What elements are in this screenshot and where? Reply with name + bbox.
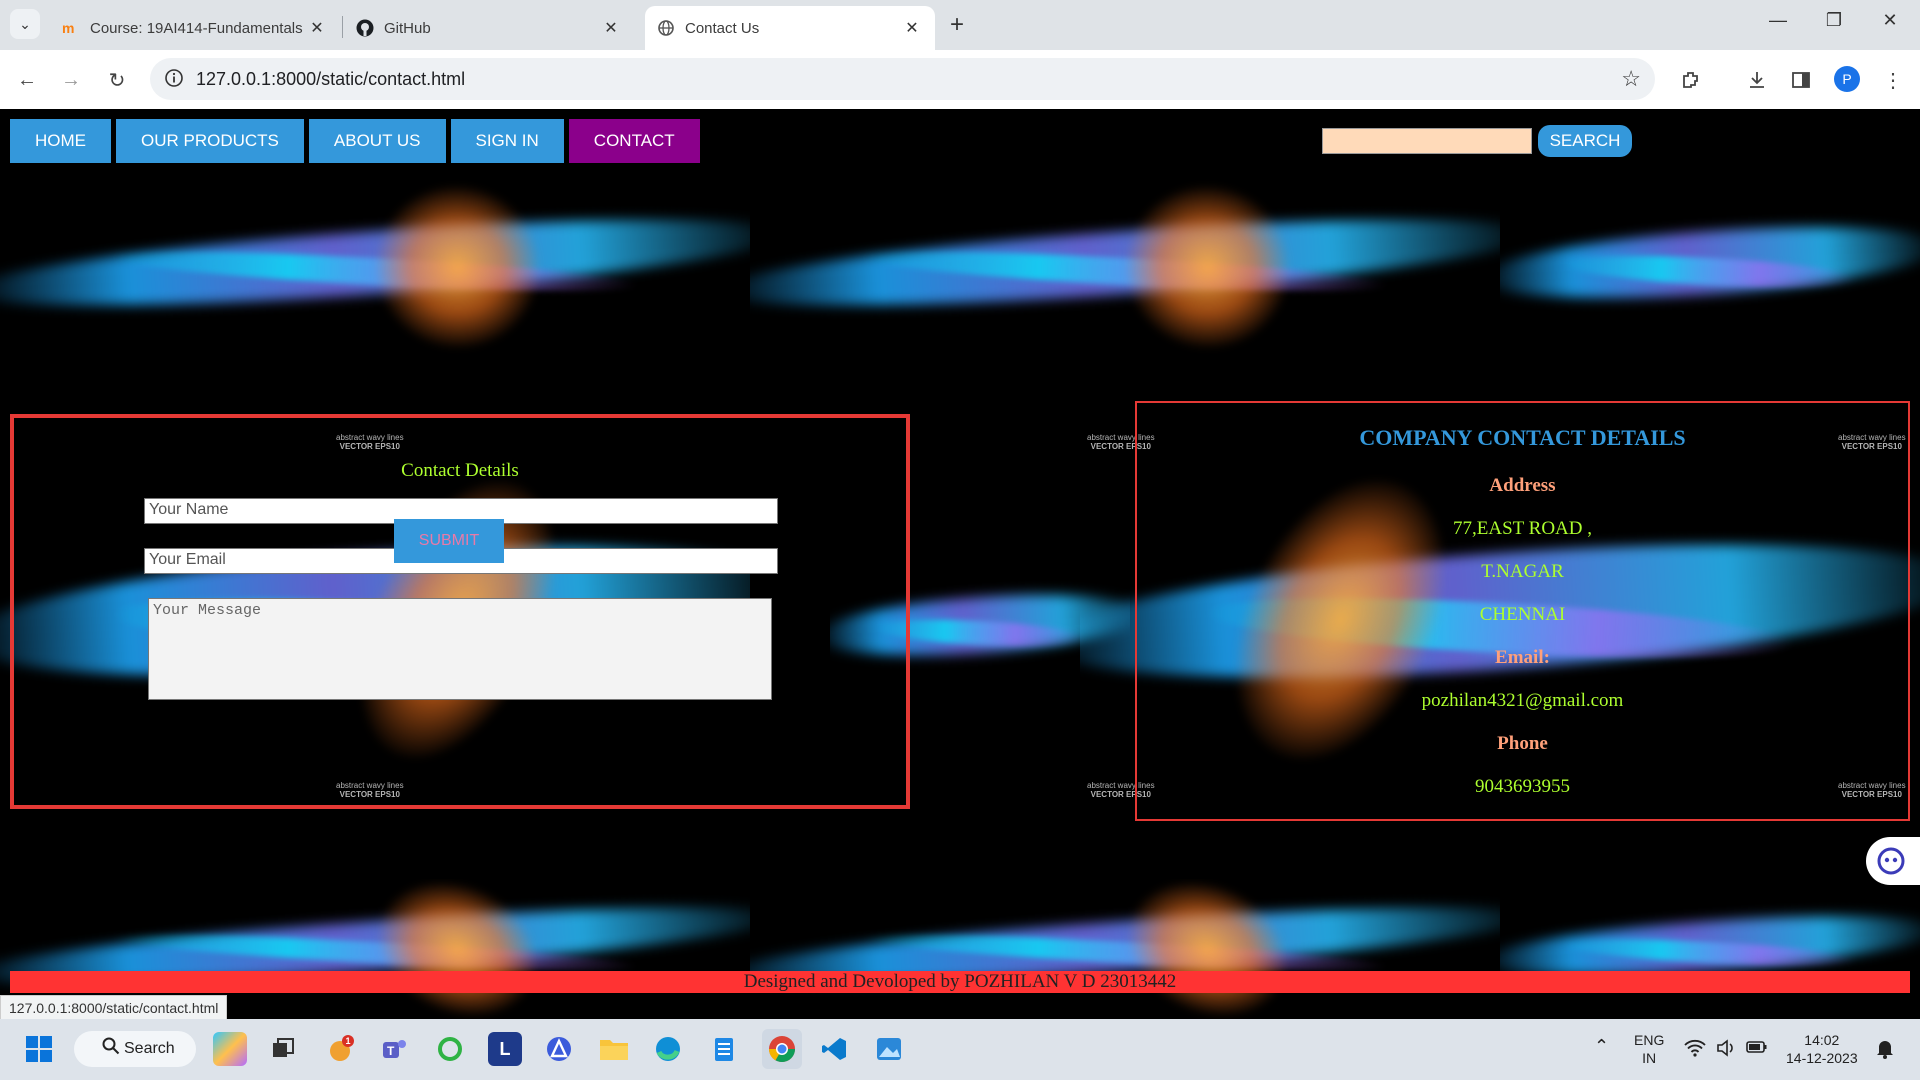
tab-title: Contact Us <box>685 19 760 37</box>
teams-icon[interactable]: T <box>377 1032 411 1066</box>
extensions-icon[interactable] <box>1678 67 1704 93</box>
svg-text:m: m <box>62 21 74 35</box>
page-footer: Designed and Devoloped by POZHILAN V D 2… <box>10 971 1910 993</box>
wave-background-image <box>1500 879 1920 1019</box>
close-icon[interactable]: ✕ <box>600 18 622 38</box>
search-input[interactable] <box>1322 128 1532 154</box>
nav-contact[interactable]: CONTACT <box>568 119 700 163</box>
tab-title: GitHub <box>384 19 431 37</box>
clock-time: 14:02 <box>1804 1032 1840 1048</box>
forward-arrow-icon[interactable]: → <box>56 65 86 95</box>
clock[interactable]: 14:02 14-12-2023 <box>1786 1031 1858 1067</box>
notepad-icon[interactable] <box>707 1032 741 1066</box>
github-icon <box>356 19 374 37</box>
triangle-app-icon[interactable] <box>542 1032 576 1066</box>
site-info-icon[interactable] <box>164 68 184 88</box>
search-icon <box>102 1037 120 1060</box>
bookmark-star-icon[interactable]: ☆ <box>1621 66 1641 92</box>
clock-date: 14-12-2023 <box>1786 1050 1858 1066</box>
photos-icon[interactable] <box>872 1032 906 1066</box>
nav-home[interactable]: HOME <box>10 119 111 163</box>
volume-icon[interactable] <box>1716 1039 1736 1061</box>
address-bar[interactable]: 127.0.0.1:8000/static/contact.html ☆ <box>150 58 1655 100</box>
tab-github[interactable]: GitHub ✕ <box>344 6 634 50</box>
profile-avatar[interactable]: P <box>1834 66 1860 92</box>
globe-icon <box>657 19 675 37</box>
close-icon[interactable]: ✕ <box>306 18 328 38</box>
main-nav: HOME OUR PRODUCTS ABOUT US SIGN IN CONTA… <box>10 119 700 163</box>
browser-toolbar: ← → ↻ 127.0.0.1:8000/static/contact.html… <box>0 50 1920 109</box>
contact-form-box: Contact Details Your Name Your Email You… <box>10 414 910 809</box>
wave-background-image <box>0 177 750 357</box>
web-page: abstract wavy lines VECTOR EPS10 abstract… <box>0 109 1920 1019</box>
contact-form-heading: Contact Details <box>401 460 519 481</box>
address-line: T.NAGAR <box>1481 561 1564 582</box>
submit-button[interactable]: SUBMIT <box>394 519 504 563</box>
email-label: Email: <box>1495 647 1550 668</box>
wifi-icon[interactable] <box>1684 1039 1706 1061</box>
address-line: 77,EAST ROAD , <box>1453 518 1592 539</box>
email-value: pozhilan4321@gmail.com <box>1421 690 1624 711</box>
download-icon[interactable] <box>1744 67 1770 93</box>
company-details-box: COMPANY CONTACT DETAILS Address 77,EAST … <box>1135 401 1910 821</box>
phone-value: 9043693955 <box>1475 776 1570 797</box>
chatbot-icon <box>1877 847 1905 875</box>
svg-text:T: T <box>387 1044 395 1058</box>
close-icon[interactable]: ✕ <box>901 18 923 38</box>
search-button[interactable]: SEARCH <box>1538 125 1632 157</box>
reload-icon[interactable]: ↻ <box>102 65 132 95</box>
browser-tab-strip: ⌄ m Course: 19AI414-Fundamentals ✕ GitHu… <box>0 0 1920 50</box>
tab-title: Course: 19AI414-Fundamentals <box>90 19 303 37</box>
phone-label: Phone <box>1497 733 1548 754</box>
tab-course[interactable]: m Course: 19AI414-Fundamentals ✕ <box>50 6 340 50</box>
chat-widget-button[interactable] <box>1866 837 1920 885</box>
back-arrow-icon[interactable]: ← <box>12 65 42 95</box>
wave-background-image <box>750 177 1500 357</box>
url-text[interactable]: 127.0.0.1:8000/static/contact.html <box>196 69 465 90</box>
nav-our-products[interactable]: OUR PRODUCTS <box>116 119 304 163</box>
chevron-down-icon: ⌄ <box>19 15 31 32</box>
more-menu-icon[interactable]: ⋮ <box>1880 67 1906 93</box>
circle-app-icon[interactable] <box>433 1032 467 1066</box>
windows-start-icon[interactable] <box>22 1032 56 1066</box>
region-code: IN <box>1642 1050 1657 1066</box>
message-textarea[interactable]: Your Message <box>148 598 772 700</box>
tab-contact-us[interactable]: Contact Us ✕ <box>645 6 935 50</box>
wave-background-image <box>750 879 1500 1019</box>
copilot-icon[interactable] <box>213 1032 247 1066</box>
notifications-icon[interactable] <box>1876 1039 1894 1063</box>
battery-icon[interactable] <box>1746 1039 1768 1059</box>
tab-separator <box>342 16 343 38</box>
address-line: CHENNAI <box>1479 604 1566 625</box>
chevron-up-icon[interactable]: ⌃ <box>1594 1037 1609 1055</box>
new-tab-button[interactable]: + <box>950 12 964 38</box>
minimize-icon[interactable]: — <box>1758 10 1798 31</box>
nav-sign-in[interactable]: SIGN IN <box>450 119 564 163</box>
window-close-icon[interactable]: ✕ <box>1870 10 1910 31</box>
taskbar-search-label: Search <box>124 1040 175 1057</box>
l-app-icon[interactable]: L <box>488 1032 522 1066</box>
restore-icon[interactable]: ❐ <box>1814 10 1854 31</box>
link-status-bar: 127.0.0.1:8000/static/contact.html <box>0 995 228 1019</box>
task-view-icon[interactable] <box>266 1032 300 1066</box>
nav-about-us[interactable]: ABOUT US <box>308 119 446 163</box>
moodle-icon: m <box>62 19 80 37</box>
language-code: ENG <box>1634 1032 1665 1048</box>
file-explorer-icon[interactable] <box>597 1032 631 1066</box>
game-app-icon[interactable]: 1 <box>323 1032 357 1066</box>
chrome-icon[interactable] <box>762 1029 802 1069</box>
taskbar-search[interactable]: Search <box>74 1031 196 1067</box>
tab-search-button[interactable]: ⌄ <box>10 9 40 39</box>
vscode-icon[interactable] <box>817 1032 851 1066</box>
address-label: Address <box>1489 475 1556 496</box>
windows-taskbar: Search 1 T L ⌃ ENG IN 14:02 14-12-2023 <box>0 1019 1920 1080</box>
notification-badge: 1 <box>346 1036 351 1046</box>
wave-background-image <box>1500 177 1920 357</box>
edge-icon[interactable] <box>651 1032 685 1066</box>
company-details-title: COMPANY CONTACT DETAILS <box>1359 425 1686 450</box>
side-panel-icon[interactable] <box>1788 67 1814 93</box>
language-indicator[interactable]: ENG IN <box>1634 1031 1664 1067</box>
